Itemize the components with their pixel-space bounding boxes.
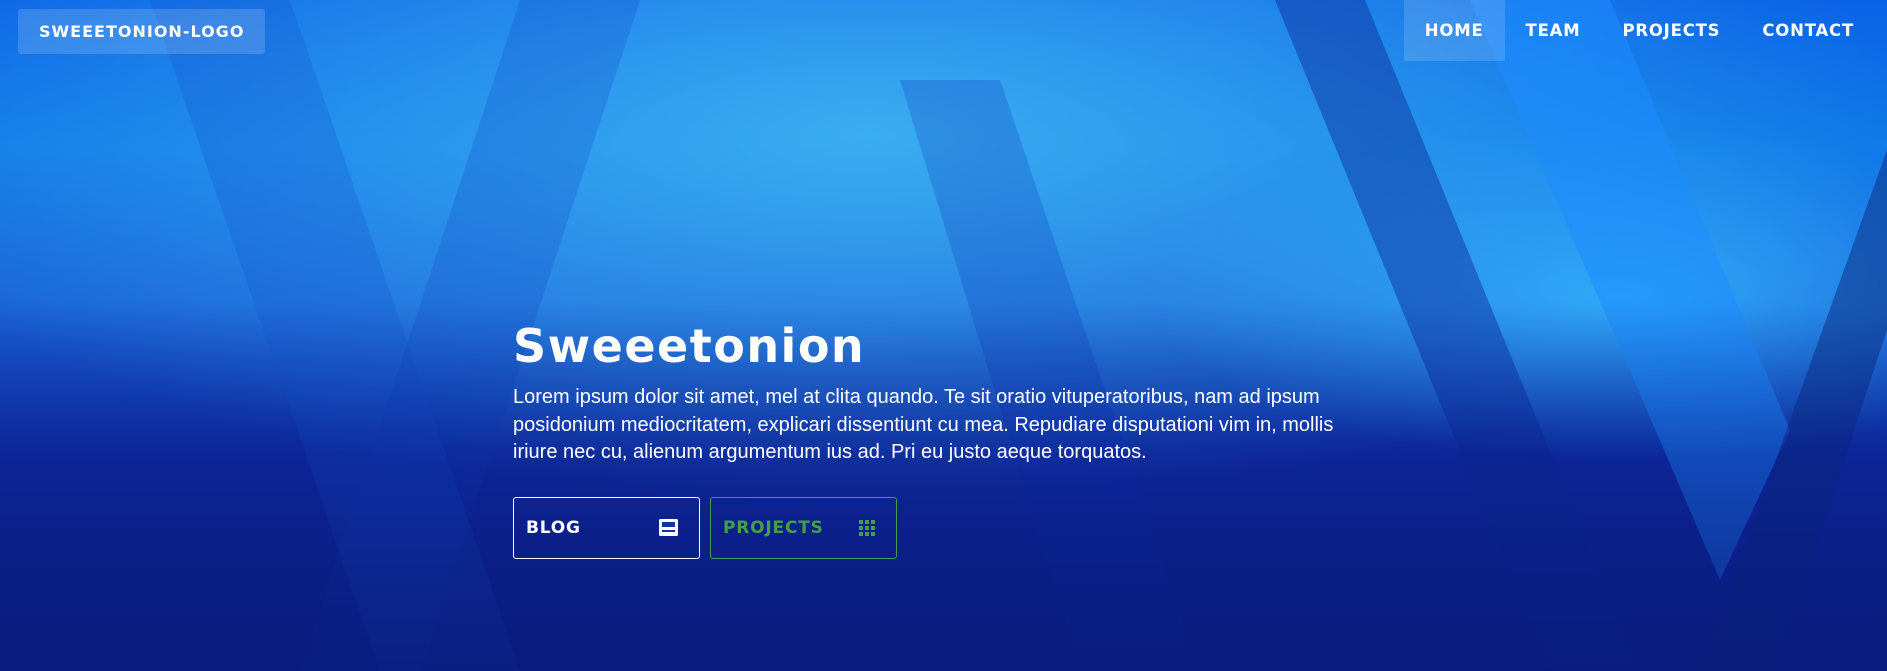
blog-icon — [659, 519, 678, 536]
nav-projects-label: PROJECTS — [1622, 21, 1721, 40]
nav-projects[interactable]: PROJECTS — [1601, 0, 1741, 61]
hero-buttons: BLOG PROJECTS — [513, 496, 1393, 559]
nav-home-label: HOME — [1424, 21, 1484, 40]
site-logo-text: SWEEETONION-LOGO — [39, 22, 245, 41]
grid-icon — [859, 519, 875, 536]
nav-team[interactable]: TEAM — [1505, 0, 1602, 61]
hero-title: Sweeetonion — [513, 319, 866, 373]
nav-team-label: TEAM — [1525, 21, 1581, 40]
hero-content: Sweeetonion Lorem ipsum dolor sit amet, … — [513, 318, 1393, 559]
projects-button-label: PROJECTS — [723, 517, 824, 538]
nav-home[interactable]: HOME — [1403, 0, 1505, 61]
blog-button[interactable]: BLOG — [513, 496, 700, 559]
main-nav: HOME TEAM PROJECTS CONTACT — [1403, 0, 1875, 61]
hero-lead: Lorem ipsum dolor sit amet, mel at clita… — [513, 386, 1334, 463]
hero-section: SWEEETONION-LOGO HOME TEAM PROJECTS CONT… — [0, 0, 1887, 671]
blog-button-label: BLOG — [526, 517, 581, 538]
projects-button[interactable]: PROJECTS — [710, 496, 897, 559]
nav-contact-label: CONTACT — [1762, 21, 1854, 40]
nav-contact[interactable]: CONTACT — [1741, 0, 1875, 61]
site-logo[interactable]: SWEEETONION-LOGO — [18, 9, 266, 54]
